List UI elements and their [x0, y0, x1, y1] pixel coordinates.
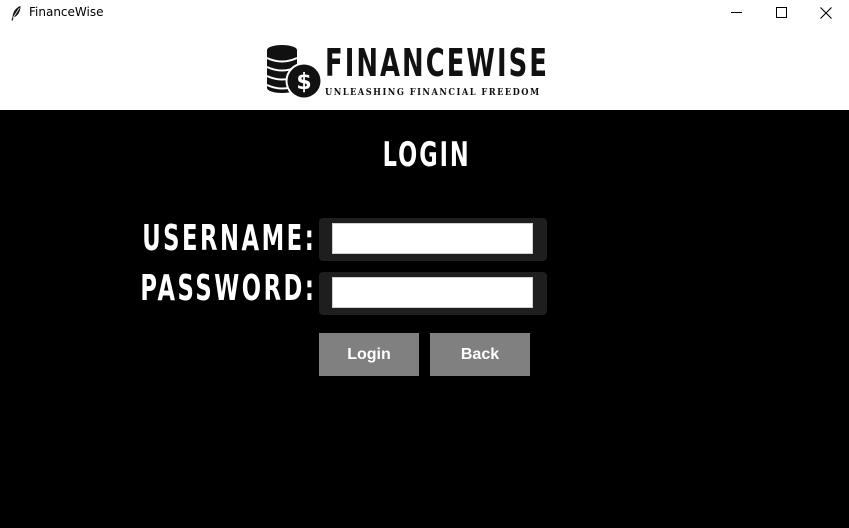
password-input[interactable] [332, 277, 533, 308]
username-input[interactable] [332, 223, 533, 254]
close-button[interactable] [803, 0, 849, 25]
coin-stack-dollar-icon: $ [265, 44, 323, 100]
username-label: USERNAME: [141, 218, 316, 259]
login-heading-text: LOGIN [382, 135, 471, 175]
minimize-button[interactable] [713, 0, 759, 25]
app-window: FinanceWise $ FINANCEWISE UNLEASHING FIN… [0, 0, 849, 528]
close-icon [820, 6, 832, 19]
maximize-button[interactable] [758, 0, 804, 25]
login-heading: LOGIN [0, 133, 849, 177]
logo-header: $ FINANCEWISE UNLEASHING FINANCIAL FREED… [0, 25, 849, 110]
password-field-frame [319, 272, 547, 315]
back-button[interactable]: Back [430, 333, 530, 376]
login-button[interactable]: Login [319, 333, 419, 376]
minimize-icon [730, 7, 742, 18]
username-field-frame [319, 218, 547, 261]
password-label: PASSWORD: [139, 268, 316, 309]
svg-text:$: $ [296, 70, 311, 95]
title-bar[interactable]: FinanceWise [0, 0, 849, 25]
window-title: FinanceWise [29, 5, 104, 19]
maximize-icon [775, 7, 787, 18]
feather-icon [9, 5, 23, 21]
brand-tagline: UNLEASHING FINANCIAL FREEDOM [325, 88, 541, 98]
brand-name: FINANCEWISE [325, 41, 549, 85]
